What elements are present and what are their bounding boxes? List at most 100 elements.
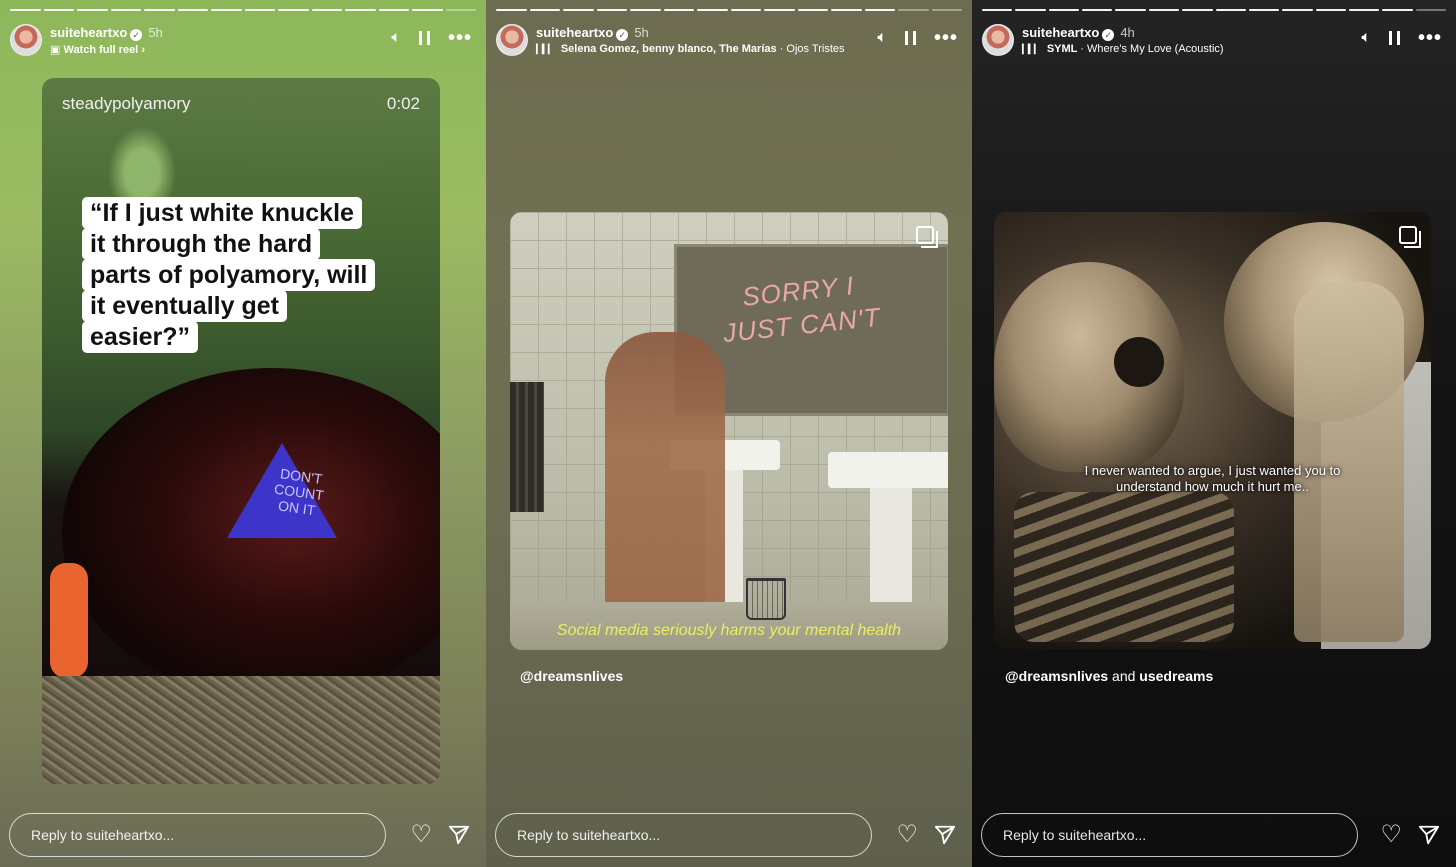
- story-footer: ♡: [9, 813, 470, 857]
- reel-icon: ▣: [50, 44, 61, 56]
- story-controls: 🔈︎ •••: [877, 28, 958, 48]
- progress-segment: [43, 9, 74, 11]
- music-song: Where's My Love (Acoustic): [1086, 43, 1224, 55]
- send-icon[interactable]: [448, 824, 470, 846]
- username[interactable]: suiteheartxo: [536, 25, 613, 40]
- progress-segment: [1348, 9, 1380, 11]
- username-row[interactable]: suiteheartxo ✓ 5h: [50, 25, 163, 41]
- music-song: Ojos Tristes: [786, 43, 845, 55]
- post-credit[interactable]: @dreamsnlives: [520, 668, 623, 684]
- progress-segment: [982, 9, 1013, 11]
- progress-segment: [1015, 9, 1046, 11]
- quote-text: “If I just white knuckle it through the …: [82, 197, 412, 353]
- progress-segment: [1315, 9, 1346, 11]
- credit-user[interactable]: @dreamsnlives: [1005, 668, 1108, 684]
- credit-user-2[interactable]: usedreams: [1139, 668, 1213, 684]
- credit-and: and: [1112, 668, 1136, 684]
- progress-segment: [931, 9, 962, 11]
- progress-segment: [596, 9, 627, 11]
- pause-icon[interactable]: [418, 31, 430, 45]
- avatar[interactable]: [982, 24, 1014, 56]
- heart-icon[interactable]: ♡: [1380, 823, 1402, 847]
- progress-segment: [1282, 9, 1313, 11]
- pause-icon[interactable]: [904, 31, 916, 45]
- sink-pedestal: [870, 488, 912, 608]
- progress-segment: [10, 9, 41, 11]
- ball-answer-text: DON'T COUNT ON IT: [273, 465, 325, 519]
- progress-segment: [1215, 9, 1246, 11]
- progress-segment: [529, 9, 560, 11]
- avatar[interactable]: [10, 24, 42, 56]
- username-row[interactable]: suiteheartxo ✓ 4h: [1022, 25, 1135, 41]
- music-info[interactable]: ▎▍▎ Selena Gomez, benny blanco, The Marí…: [536, 43, 845, 55]
- progress-segment: [1415, 9, 1447, 11]
- progress-segment: [1182, 9, 1213, 11]
- progress-segment: [378, 9, 409, 11]
- story-panel-3[interactable]: suiteheartxo ✓ 4h ▎▍▎ SYML · Where's My Lo…: [972, 0, 1456, 867]
- progress-segment: [730, 9, 761, 11]
- story-header: suiteheartxo ✓ 5h ▣ Watch full reel › 🔈︎ •…: [10, 22, 472, 60]
- story-media[interactable]: DON'T COUNT ON IT steadypolyamory 0:02 “…: [42, 78, 440, 784]
- person-figure: [605, 332, 725, 622]
- story-panel-1[interactable]: suiteheartxo ✓ 5h ▣ Watch full reel › 🔈︎ •…: [0, 0, 486, 867]
- progress-segment: [764, 9, 795, 11]
- carousel-icon: [1399, 226, 1421, 248]
- heart-icon[interactable]: ♡: [410, 823, 432, 847]
- progress-segment: [412, 9, 443, 11]
- progress-segment: [1048, 9, 1080, 11]
- chevron-right-icon: ›: [141, 44, 145, 56]
- music-bars-icon: ▎▍▎: [1022, 44, 1041, 54]
- story-header: suiteheartxo ✓ 4h ▎▍▎ SYML · Where's My Lo…: [982, 22, 1442, 60]
- watch-full-reel-link[interactable]: ▣ Watch full reel ›: [50, 43, 145, 56]
- progress-segment: [1148, 9, 1180, 11]
- music-info[interactable]: ▎▍▎ SYML · Where's My Love (Acoustic): [1022, 43, 1224, 55]
- progress-segment: [177, 9, 208, 11]
- timestamp: 4h: [1120, 25, 1135, 40]
- progress-segment: [244, 9, 275, 11]
- wastebasket: [746, 578, 786, 620]
- username-row[interactable]: suiteheartxo ✓ 5h: [536, 25, 649, 41]
- sink: [828, 452, 948, 488]
- username[interactable]: suiteheartxo: [1022, 25, 1099, 40]
- story-progress-bar: [982, 9, 1447, 11]
- volume-icon[interactable]: 🔈︎: [877, 30, 887, 46]
- shared-post-image[interactable]: I never wanted to argue, I just wanted y…: [994, 212, 1431, 649]
- reel-username: steadypolyamory: [62, 94, 191, 113]
- music-bars-icon: ▎▍▎: [536, 44, 555, 54]
- reel-timestamp: 0:02: [386, 94, 420, 113]
- verified-badge-icon: ✓: [1102, 29, 1115, 41]
- progress-segment: [144, 9, 175, 11]
- story-panel-2[interactable]: suiteheartxo ✓ 5h ▎▍▎ Selena Gomez, benny …: [486, 0, 972, 867]
- progress-segment: [77, 9, 108, 11]
- more-options-icon[interactable]: •••: [1418, 28, 1442, 48]
- post-credit: @dreamsnlives and usedreams: [1005, 668, 1213, 684]
- reply-input[interactable]: [9, 813, 386, 857]
- music-artists: SYML: [1046, 43, 1078, 55]
- progress-segment: [345, 9, 376, 11]
- send-icon[interactable]: [1418, 824, 1440, 846]
- music-artists: Selena Gomez, benny blanco, The Marías: [560, 43, 777, 55]
- progress-segment: [831, 9, 862, 11]
- more-options-icon[interactable]: •••: [934, 28, 958, 48]
- volume-icon[interactable]: 🔈︎: [1361, 30, 1371, 46]
- progress-segment: [797, 9, 828, 11]
- avatar[interactable]: [496, 24, 528, 56]
- progress-segment: [697, 9, 728, 11]
- reply-input[interactable]: [981, 813, 1358, 857]
- story-progress-bar: [496, 9, 962, 11]
- progress-segment: [1082, 9, 1113, 11]
- skeletal-hand: [1294, 282, 1404, 642]
- ground-texture: [42, 676, 440, 784]
- progress-segment: [1382, 9, 1413, 11]
- pause-icon[interactable]: [1388, 31, 1400, 45]
- timestamp: 5h: [148, 25, 163, 40]
- reply-input[interactable]: [495, 813, 872, 857]
- send-icon[interactable]: [934, 824, 956, 846]
- shared-post-image[interactable]: SORRY I JUST CAN'T Social media seriousl…: [510, 212, 948, 650]
- heart-icon[interactable]: ♡: [896, 823, 918, 847]
- story-footer: ♡: [981, 813, 1440, 857]
- username[interactable]: suiteheartxo: [50, 25, 127, 40]
- more-options-icon[interactable]: •••: [448, 28, 472, 48]
- story-controls: 🔈︎ •••: [391, 28, 472, 48]
- volume-icon[interactable]: 🔈︎: [391, 30, 401, 46]
